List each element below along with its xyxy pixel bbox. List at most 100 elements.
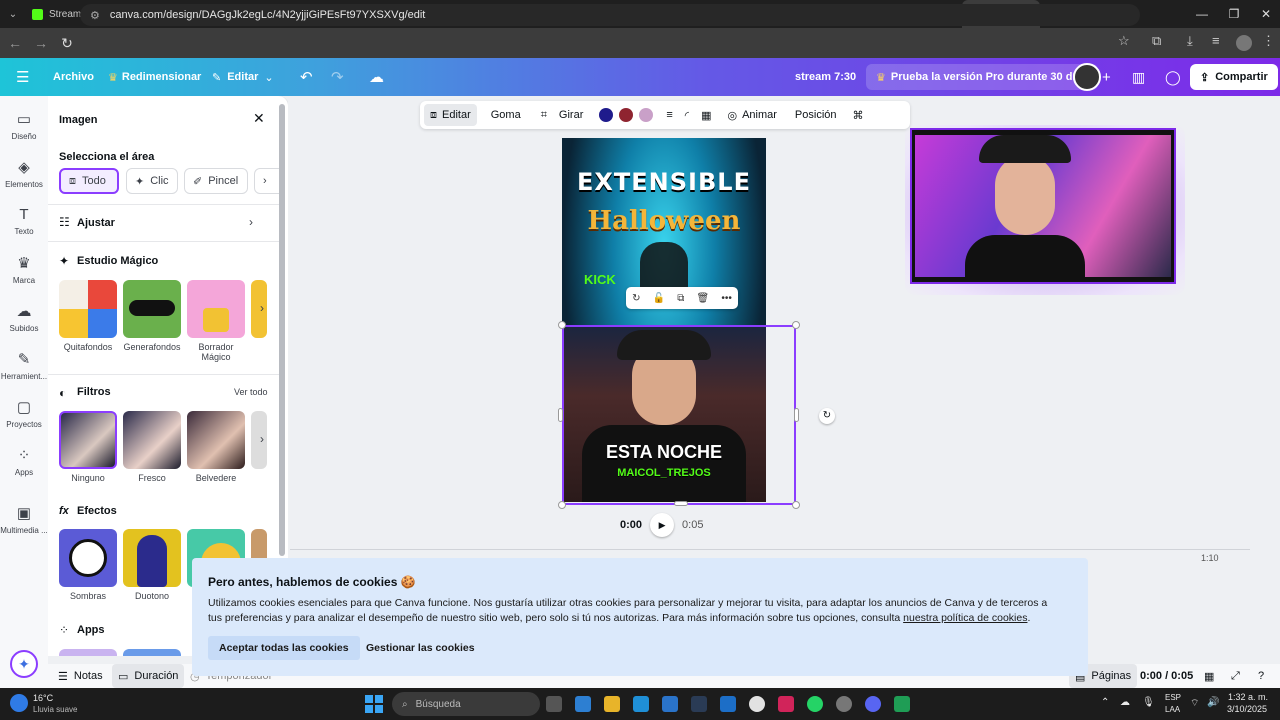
close-window-icon[interactable]: ✕ <box>1250 0 1280 28</box>
xbox-icon[interactable] <box>894 696 910 712</box>
cookie-policy-link[interactable]: nuestra política de cookies <box>903 612 1027 624</box>
language-code[interactable]: ESP <box>1165 693 1181 702</box>
design-title[interactable]: stream 7:30 <box>795 58 856 96</box>
edit-mode-button[interactable]: ✎ Editar ⌄ <box>212 58 274 96</box>
resize-handle[interactable] <box>558 408 563 422</box>
steam-icon[interactable] <box>691 696 707 712</box>
rail-item-texto[interactable]: T Texto <box>0 206 48 236</box>
extensions-icon[interactable]: ⧉ <box>1152 33 1161 49</box>
close-panel-icon[interactable]: ✕ <box>253 110 265 127</box>
bookmark-star-icon[interactable]: ☆ <box>1118 33 1130 49</box>
comments-icon[interactable]: ◯ <box>1165 58 1181 96</box>
more-filters-thumbnail[interactable] <box>251 411 267 469</box>
keyboard-layout[interactable]: LAA <box>1165 705 1180 714</box>
hamburger-menu-icon[interactable]: ☰ <box>16 58 29 96</box>
carousel-next-icon[interactable]: › <box>260 432 264 446</box>
share-button[interactable]: ⇪ Compartir <box>1190 64 1278 90</box>
see-all-filters-link[interactable]: Ver todo <box>234 387 268 397</box>
filter-fresco-thumbnail[interactable] <box>123 411 181 469</box>
color-swatch[interactable] <box>639 108 654 122</box>
resize-handle[interactable] <box>558 321 566 329</box>
crop-icon[interactable]: ⌗ <box>535 104 553 126</box>
pro-trial-button[interactable]: ♛ Prueba la versión Pro durante 30 días <box>866 64 1098 90</box>
downloads-icon[interactable]: ⤓ <box>1187 33 1193 49</box>
background-generator-thumbnail[interactable] <box>123 280 181 338</box>
accept-cookies-button[interactable]: Aceptar todas las cookies <box>208 636 360 660</box>
kick-logo-text[interactable]: KICK <box>584 272 616 287</box>
background-remover-thumbnail[interactable] <box>59 280 117 338</box>
mic-icon[interactable]: 🎙 <box>1142 697 1155 708</box>
magic-assistant-icon[interactable]: ✦ <box>10 650 38 678</box>
more-options-chevron-icon[interactable]: › <box>254 168 282 194</box>
app-thumbnail[interactable] <box>59 649 117 656</box>
rail-item-diseño[interactable]: ▭ Diseño <box>0 110 48 141</box>
app-thumbnail[interactable] <box>123 649 181 656</box>
selection-box[interactable] <box>562 325 796 505</box>
edit-image-button[interactable]: ⧈ Editar <box>424 104 477 126</box>
color-swatch[interactable] <box>619 108 634 122</box>
flip-button[interactable]: Girar <box>553 104 589 126</box>
duplicate-icon[interactable]: ⧉ <box>677 293 684 304</box>
rail-item-herramient[interactable]: ✎ Herramient... <box>0 350 48 381</box>
url-input[interactable]: ⚙ canva.com/design/DAGgJk2egLc/4N2yjjiGi… <box>80 4 1140 26</box>
animate-button[interactable]: ◎ Animar <box>721 104 782 126</box>
minimize-icon[interactable]: — <box>1186 0 1218 28</box>
reload-icon[interactable]: ↻ <box>54 35 80 52</box>
taskbar-search-input[interactable]: ⌕ Búsqueda <box>392 692 540 716</box>
delete-icon[interactable]: 🗑 <box>697 293 710 304</box>
resize-handle[interactable] <box>792 321 800 329</box>
back-icon[interactable]: ← <box>2 35 28 51</box>
position-button[interactable]: Posición <box>789 104 843 126</box>
adjust-row[interactable]: Ajustar <box>77 217 115 229</box>
capcut-icon[interactable] <box>778 696 794 712</box>
browser-menu-icon[interactable]: ⋮ <box>1262 33 1275 49</box>
weather-icon[interactable] <box>10 694 28 712</box>
obs-icon[interactable] <box>836 696 852 712</box>
tab-search-icon[interactable]: ⌄ <box>0 0 26 28</box>
ai-edit-icon[interactable]: ↻ <box>632 293 640 304</box>
insights-chart-icon[interactable]: ▥ <box>1132 58 1145 96</box>
profile-avatar[interactable] <box>1236 35 1252 51</box>
duration-button[interactable]: ▭ Duración <box>112 664 185 688</box>
help-icon[interactable]: ? <box>1258 664 1264 688</box>
panel-scrollbar[interactable] <box>279 104 285 556</box>
edge-icon[interactable] <box>633 696 649 712</box>
discord-icon[interactable] <box>865 696 881 712</box>
maximize-icon[interactable]: ❐ <box>1218 0 1250 28</box>
duotone-effect-thumbnail[interactable] <box>123 529 181 587</box>
resize-handle[interactable] <box>792 501 800 509</box>
store-icon[interactable] <box>662 696 678 712</box>
manage-cookies-button[interactable]: Gestionar las cookies <box>355 636 486 660</box>
wifi-icon[interactable]: ⌔ <box>1190 697 1199 710</box>
rail-item-proyectos[interactable]: ▢ Proyectos <box>0 398 48 429</box>
tray-chevron-icon[interactable]: ⌃ <box>1101 697 1109 708</box>
halloween-heading[interactable]: Halloween <box>562 206 766 236</box>
corner-rounding-icon[interactable]: ◜ <box>679 104 695 126</box>
lock-icon[interactable]: 🔓 <box>653 293 665 304</box>
shadows-effect-thumbnail[interactable] <box>59 529 117 587</box>
webcam-overlay-preview[interactable] <box>905 125 1185 295</box>
color-swatch[interactable] <box>599 108 614 122</box>
volume-icon[interactable]: 🔊 <box>1207 697 1219 708</box>
grid-view-icon[interactable]: ▦ <box>1204 664 1214 688</box>
rail-item-marca[interactable]: ♛ Marca <box>0 254 48 285</box>
windows-start-icon[interactable] <box>365 695 383 713</box>
undo-icon[interactable]: ↶ <box>300 58 313 96</box>
filter-belvedere-thumbnail[interactable] <box>187 411 245 469</box>
transparency-icon[interactable]: ▦ <box>695 104 717 126</box>
clock-date[interactable]: 3/10/2025 <box>1227 704 1267 714</box>
eraser-button[interactable]: Goma <box>485 104 527 126</box>
whatsapp-icon[interactable] <box>807 696 823 712</box>
file-explorer-icon[interactable] <box>604 696 620 712</box>
notes-button[interactable]: ☰ Notas <box>58 664 103 688</box>
user-avatar[interactable] <box>1073 63 1101 91</box>
rail-item-apps[interactable]: ⁘ Apps <box>0 446 48 477</box>
resize-button[interactable]: ♛ Redimensionar <box>108 58 201 96</box>
resize-handle[interactable] <box>674 501 688 506</box>
rail-item-elementos[interactable]: ◈ Elementos <box>0 158 48 189</box>
site-info-icon[interactable]: ⚙ <box>90 9 100 22</box>
chevron-right-icon[interactable]: › <box>249 215 253 229</box>
file-menu-button[interactable]: Archivo <box>53 58 94 96</box>
add-collaborator-icon[interactable]: + <box>1102 58 1111 96</box>
border-style-icon[interactable]: ≡ <box>660 104 678 126</box>
